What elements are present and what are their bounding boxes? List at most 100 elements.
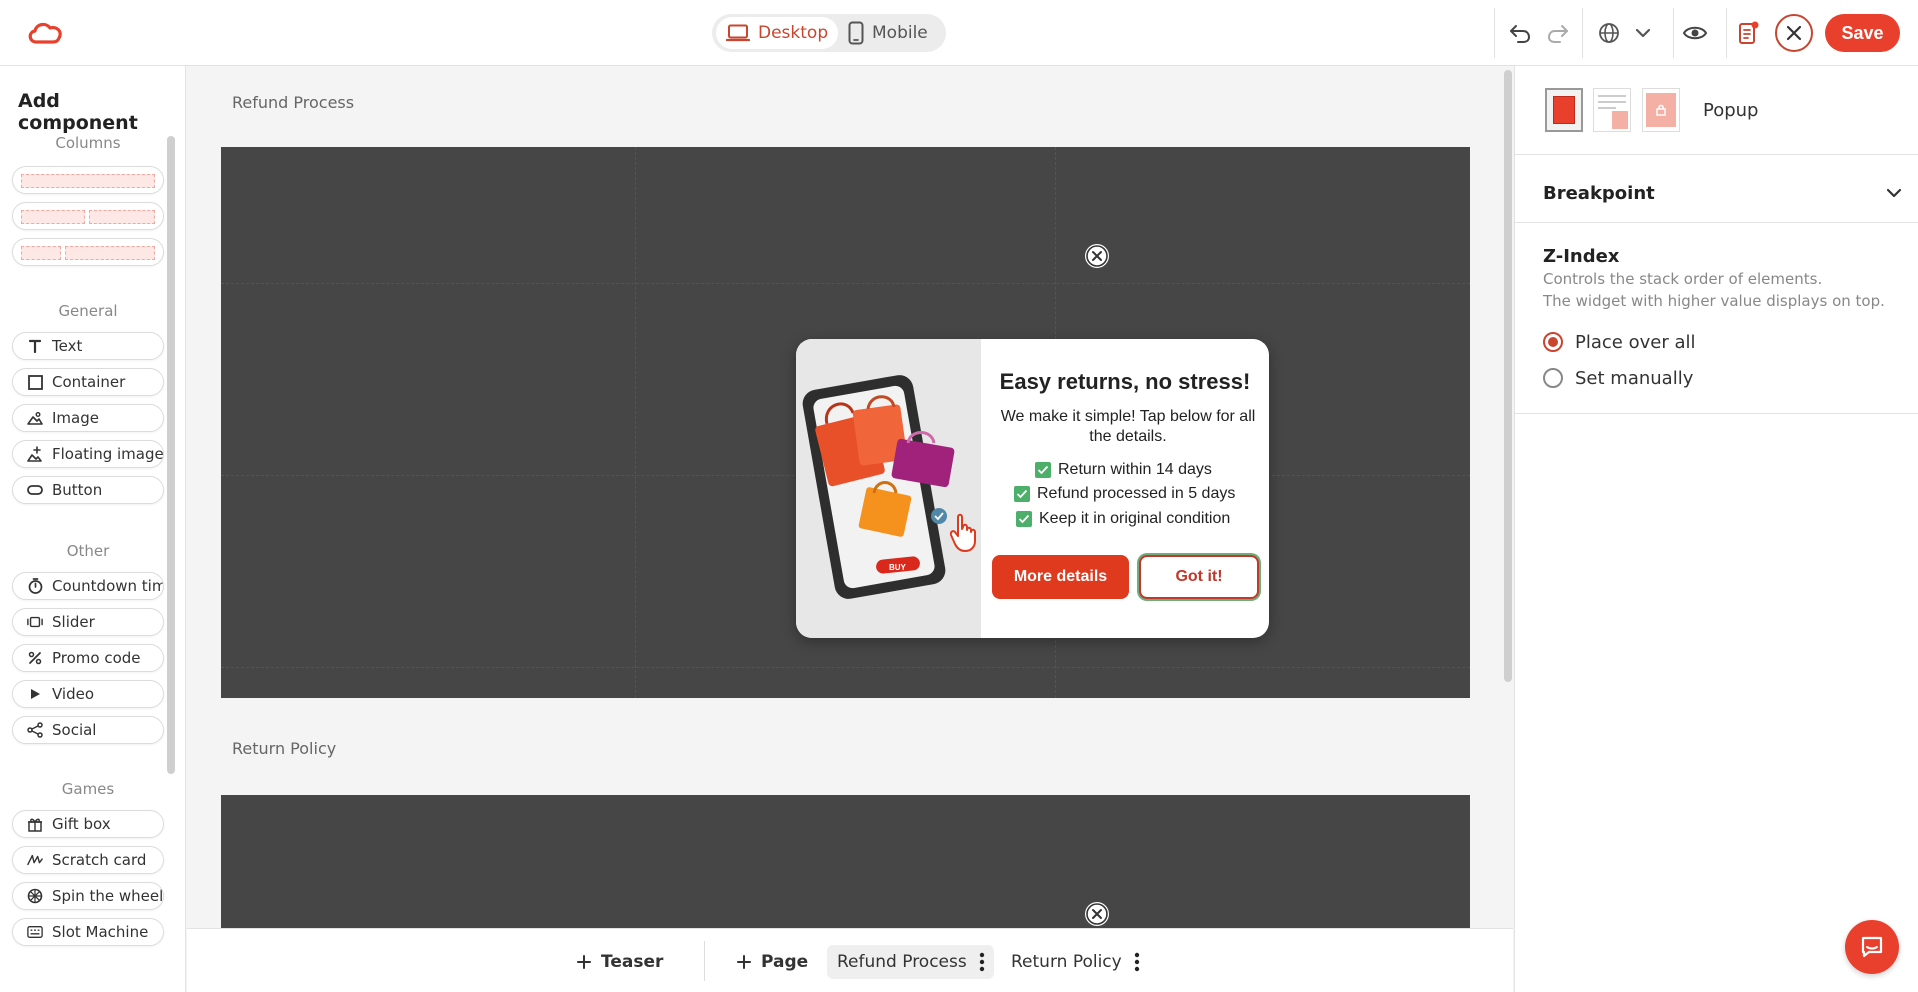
add-page-button[interactable]: Page	[737, 945, 808, 979]
column-layout-3[interactable]	[12, 238, 164, 266]
radio-place-over-all[interactable]	[1543, 332, 1563, 352]
return-policy-stage[interactable]	[221, 795, 1470, 928]
laptop-icon	[726, 24, 758, 42]
section-label-refund-process[interactable]: Refund Process	[232, 93, 354, 112]
save-button[interactable]: Save	[1825, 14, 1900, 52]
panel-divider	[1515, 154, 1918, 155]
component-label: Social	[52, 721, 97, 739]
component-label: Floating image	[52, 445, 164, 463]
got-it-button[interactable]: Got it!	[1139, 555, 1259, 599]
sidebar-title: Add component	[18, 90, 138, 134]
radio-label-manual[interactable]: Set manually	[1575, 368, 1693, 389]
component-label: Text	[52, 337, 83, 355]
floating-image-icon	[27, 446, 43, 462]
component-label: Container	[52, 373, 126, 391]
popup-close-button[interactable]	[1085, 244, 1109, 268]
editor-canvas: Refund Process Return Policy BUY Easy re…	[187, 66, 1513, 928]
breakpoint-accordion[interactable]: Breakpoint	[1543, 177, 1903, 209]
sidebar-scrollbar[interactable]	[167, 136, 175, 774]
redo-icon[interactable]	[1545, 20, 1571, 46]
panel-divider	[1515, 222, 1918, 223]
column-layout-1[interactable]	[12, 166, 164, 194]
desktop-label: Desktop	[758, 23, 829, 43]
component-text[interactable]: Text	[12, 332, 164, 360]
page-tabs-bar: Teaser Page Refund Process Return Policy	[187, 928, 1513, 992]
widget-type-label: Popup	[1703, 100, 1759, 121]
checklist-icon[interactable]	[1735, 20, 1761, 46]
component-container[interactable]: Container	[12, 368, 164, 396]
radio-set-manually[interactable]	[1543, 368, 1563, 388]
component-countdown-timer[interactable]: Countdown timer	[12, 572, 164, 600]
app-logo-icon[interactable]	[26, 18, 66, 48]
layout-thumb-sidebar[interactable]	[1593, 88, 1631, 132]
component-label: Promo code	[52, 649, 141, 667]
column-layout-2[interactable]	[12, 202, 164, 230]
slot-machine-icon	[27, 924, 43, 940]
column-cell	[89, 210, 155, 224]
section-games-label: Games	[61, 780, 115, 798]
tab-refund-process[interactable]: Refund Process	[827, 945, 994, 979]
close-icon	[1086, 245, 1108, 267]
canvas-scrollbar[interactable]	[1504, 70, 1512, 682]
checkbox-checked-icon	[1016, 511, 1032, 527]
image-icon	[27, 410, 43, 426]
close-icon	[1086, 903, 1108, 925]
preview-eye-icon[interactable]	[1682, 20, 1708, 46]
support-chat-button[interactable]	[1845, 920, 1899, 974]
phone-icon	[848, 21, 872, 45]
component-label: Button	[52, 481, 103, 499]
component-promo-code[interactable]: Promo code	[12, 644, 164, 672]
wheel-icon	[27, 888, 43, 904]
layout-thumb-popup[interactable]	[1545, 88, 1583, 132]
more-vertical-icon[interactable]	[979, 952, 985, 972]
component-label: Slider	[52, 613, 95, 631]
component-button[interactable]: Button	[12, 476, 164, 504]
component-gift-box[interactable]: Gift box	[12, 810, 164, 838]
component-image[interactable]: Image	[12, 404, 164, 432]
component-social[interactable]: Social	[12, 716, 164, 744]
guide-line	[635, 147, 636, 698]
component-floating-image[interactable]: Floating image	[12, 440, 164, 468]
add-teaser-button[interactable]: Teaser	[577, 945, 663, 979]
mobile-view-button[interactable]: Mobile	[842, 17, 942, 49]
component-slot-machine[interactable]: Slot Machine	[12, 918, 164, 946]
checklist-text: Return within 14 days	[1058, 461, 1212, 478]
checklist-item: Refund processed in 5 days	[1014, 485, 1235, 503]
globe-icon[interactable]	[1596, 20, 1622, 46]
toolbar-divider	[1673, 8, 1674, 58]
desktop-view-button[interactable]: Desktop	[716, 17, 838, 49]
more-vertical-icon[interactable]	[1134, 952, 1140, 972]
component-video[interactable]: Video	[12, 680, 164, 708]
chevron-down-icon[interactable]	[1630, 20, 1656, 46]
popup-widget[interactable]: BUY Easy returns, no stress! We make it …	[796, 339, 1269, 638]
toolbar-divider	[1726, 8, 1727, 58]
layout-thumb-lock[interactable]	[1642, 88, 1680, 132]
component-spin-the-wheel[interactable]: Spin the wheel	[12, 882, 164, 910]
hand-pointer-cursor-icon	[950, 513, 980, 553]
tab-return-policy[interactable]: Return Policy	[1011, 945, 1140, 979]
teaser-label: Teaser	[601, 952, 664, 972]
slider-icon	[27, 614, 43, 630]
toolbar-divider	[1494, 8, 1495, 58]
more-details-button[interactable]: More details	[992, 555, 1129, 599]
section-label-return-policy[interactable]: Return Policy	[232, 739, 336, 758]
plus-icon	[737, 955, 751, 969]
checklist-text: Refund processed in 5 days	[1037, 485, 1236, 502]
checklist-text: Keep it in original condition	[1039, 510, 1231, 527]
plus-icon	[577, 955, 591, 969]
undo-icon[interactable]	[1507, 20, 1533, 46]
stopwatch-icon	[27, 578, 43, 594]
component-scratch-card[interactable]: Scratch card	[12, 846, 164, 874]
percent-icon	[27, 650, 43, 666]
zindex-description: Controls the stack order of elements.	[1543, 270, 1823, 288]
column-cell	[21, 210, 85, 224]
component-slider[interactable]: Slider	[12, 608, 164, 636]
play-icon	[27, 686, 43, 702]
gift-icon	[27, 816, 43, 832]
radio-label-over-all[interactable]: Place over all	[1575, 332, 1695, 353]
component-label: Scratch card	[52, 851, 147, 869]
popup-close-button-2[interactable]	[1085, 902, 1109, 926]
column-cell	[65, 246, 155, 260]
close-editor-button[interactable]	[1775, 14, 1813, 52]
component-label: Gift box	[52, 815, 111, 833]
